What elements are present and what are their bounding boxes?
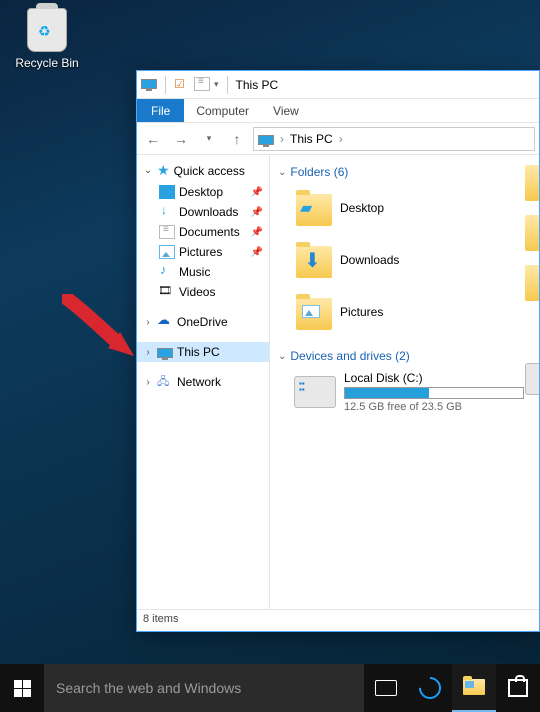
- start-button[interactable]: [0, 664, 44, 712]
- qat-newfolder-icon[interactable]: [194, 77, 210, 93]
- pin-icon: 📌: [251, 247, 267, 258]
- windows-logo-icon: [14, 680, 31, 697]
- folder-downloads[interactable]: ⬇ Downloads: [294, 235, 474, 285]
- pin-icon: 📌: [251, 207, 267, 218]
- up-button[interactable]: ↑: [225, 127, 249, 151]
- recycle-bin-label: Recycle Bin: [12, 56, 82, 70]
- star-icon: ★: [157, 162, 170, 179]
- edge-icon: [414, 672, 445, 703]
- ribbon-tabs: File Computer View: [137, 99, 539, 123]
- app-icon: [141, 77, 157, 93]
- drive-usage-bar: [344, 387, 524, 399]
- music-icon: [159, 265, 175, 279]
- content-pane: ⌄Folders (6) ▰ Desktop ⬇ Downloads Pictu…: [270, 155, 539, 609]
- folder-icon: ⬇: [294, 242, 334, 278]
- pictures-icon: [159, 245, 175, 259]
- search-placeholder: Search the web and Windows: [56, 680, 241, 696]
- recent-dropdown-icon[interactable]: ▾: [197, 127, 221, 151]
- taskbar-search[interactable]: Search the web and Windows: [44, 664, 364, 712]
- folder-pictures[interactable]: Pictures: [294, 287, 474, 337]
- file-tab[interactable]: File: [137, 99, 184, 122]
- drive-local-c[interactable]: ▪▪▪▪ Local Disk (C:) 12.5 GB free of 23.…: [278, 371, 539, 413]
- nav-onedrive[interactable]: ›OneDrive: [137, 312, 269, 332]
- navigation-pane: ⌄★ Quick access Desktop📌 Downloads📌 Docu…: [137, 155, 270, 609]
- network-icon: [157, 375, 173, 389]
- taskbar: Search the web and Windows: [0, 664, 540, 712]
- nav-pictures[interactable]: Pictures📌: [137, 242, 269, 262]
- folder-icon: ▰: [294, 190, 334, 226]
- nav-network[interactable]: ›Network: [137, 372, 269, 392]
- folder-desktop[interactable]: ▰ Desktop: [294, 183, 474, 233]
- recycle-bin[interactable]: ♻ Recycle Bin: [12, 8, 82, 70]
- file-explorer-window: ☑ ▾ This PC File Computer View ← → ▾ ↑ ›…: [136, 70, 540, 632]
- task-view-icon: [375, 680, 397, 696]
- pin-icon: 📌: [251, 187, 267, 198]
- store-icon: [508, 679, 528, 697]
- pc-icon: [157, 348, 173, 358]
- store-button[interactable]: [496, 664, 540, 712]
- file-explorer-icon: [463, 679, 485, 695]
- callout-arrow-icon: [62, 294, 142, 364]
- forward-button[interactable]: →: [169, 127, 193, 151]
- pc-icon: [258, 135, 274, 145]
- qat-dropdown-icon[interactable]: ▾: [214, 79, 219, 90]
- documents-icon: [159, 225, 175, 239]
- offscreen-items-peek: [525, 157, 539, 609]
- tab-view[interactable]: View: [261, 99, 311, 122]
- qat-properties-icon[interactable]: ☑: [174, 77, 190, 93]
- drive-icon: ▪▪▪▪: [294, 376, 336, 408]
- nav-desktop[interactable]: Desktop📌: [137, 182, 269, 202]
- nav-this-pc[interactable]: ›This PC: [137, 342, 269, 362]
- nav-quick-access[interactable]: ⌄★ Quick access: [137, 159, 269, 182]
- address-location: This PC: [290, 132, 333, 146]
- title-bar[interactable]: ☑ ▾ This PC: [137, 71, 539, 99]
- drive-name: Local Disk (C:): [344, 371, 529, 385]
- item-count: 8 items: [143, 613, 178, 625]
- drive-free-text: 12.5 GB free of 23.5 GB: [344, 401, 529, 413]
- nav-documents[interactable]: Documents📌: [137, 222, 269, 242]
- desktop-icon: [159, 185, 175, 199]
- task-view-button[interactable]: [364, 664, 408, 712]
- nav-videos[interactable]: Videos: [137, 282, 269, 302]
- recycle-bin-icon: ♻: [27, 8, 67, 52]
- tab-computer[interactable]: Computer: [184, 99, 261, 122]
- downloads-icon: [159, 205, 175, 219]
- nav-downloads[interactable]: Downloads📌: [137, 202, 269, 222]
- back-button[interactable]: ←: [141, 127, 165, 151]
- folder-icon: [294, 294, 334, 330]
- window-title: This PC: [236, 78, 279, 92]
- group-folders[interactable]: ⌄Folders (6): [278, 161, 539, 183]
- address-bar[interactable]: › This PC ›: [253, 127, 535, 151]
- nav-music[interactable]: Music: [137, 262, 269, 282]
- pin-icon: 📌: [251, 227, 267, 238]
- edge-button[interactable]: [408, 664, 452, 712]
- status-bar: 8 items: [137, 609, 539, 631]
- onedrive-icon: [157, 315, 173, 329]
- group-devices[interactable]: ⌄Devices and drives (2): [278, 345, 539, 367]
- file-explorer-button[interactable]: [452, 664, 496, 712]
- videos-icon: [159, 285, 175, 299]
- nav-toolbar: ← → ▾ ↑ › This PC ›: [137, 123, 539, 155]
